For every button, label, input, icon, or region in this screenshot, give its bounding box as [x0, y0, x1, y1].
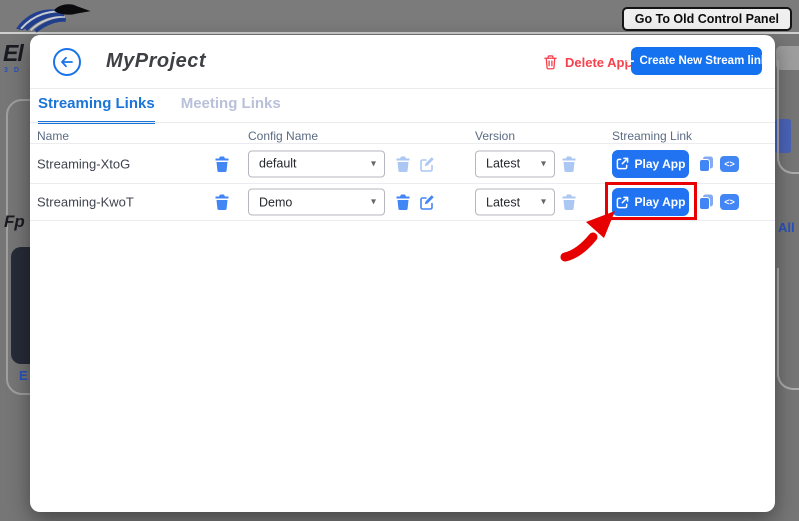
- play-app-label: Play App: [634, 195, 686, 209]
- table-row: Streaming-KwoT Demo ▾ Latest ▾ Play App …: [30, 184, 775, 220]
- edit-config-icon[interactable]: [419, 194, 435, 210]
- delete-app-button[interactable]: Delete App: [543, 54, 632, 70]
- background-card-corner-bottom: [777, 268, 799, 390]
- external-link-icon: [616, 196, 629, 209]
- divider: [30, 122, 775, 123]
- external-link-icon: [616, 157, 629, 170]
- play-app-button[interactable]: Play App: [612, 149, 689, 178]
- tab-streaming-links[interactable]: Streaming Links: [38, 95, 155, 124]
- config-name-value: default: [259, 156, 297, 171]
- delete-stream-icon[interactable]: [215, 156, 229, 172]
- create-new-stream-link-button[interactable]: + Create New Stream link: [626, 47, 767, 75]
- config-name-select[interactable]: Demo ▾: [248, 188, 385, 216]
- column-header-streaming-link: Streaming Link: [612, 129, 693, 143]
- delete-config-icon[interactable]: [396, 156, 410, 172]
- create-button-label: Create New Stream link: [639, 55, 768, 67]
- eagle-logo: [13, 1, 101, 39]
- view-all-link[interactable]: All: [778, 220, 795, 235]
- tab-bar: Streaming Links Meeting Links: [38, 95, 281, 124]
- background-card-corner-top: [777, 60, 799, 174]
- chevron-down-icon: ▾: [540, 196, 546, 208]
- config-name-select[interactable]: default ▾: [248, 150, 385, 177]
- stream-name: Streaming-KwoT: [37, 194, 134, 210]
- copy-link-icon[interactable]: [698, 194, 715, 211]
- version-select[interactable]: Latest ▾: [475, 150, 555, 177]
- background-wordmark: El: [3, 40, 24, 66]
- table-row: Streaming-XtoG default ▾ Latest ▾ Play A…: [30, 144, 775, 183]
- version-select[interactable]: Latest ▾: [475, 188, 555, 216]
- go-to-old-control-panel-button[interactable]: Go To Old Control Panel: [621, 7, 792, 31]
- version-value: Latest: [486, 195, 521, 209]
- back-arrow-icon: [59, 54, 75, 70]
- delete-version-icon[interactable]: [562, 194, 576, 210]
- delete-stream-icon[interactable]: [215, 194, 229, 210]
- play-app-label: Play App: [634, 156, 686, 171]
- column-header-config-name: Config Name: [248, 129, 319, 143]
- column-header-version: Version: [475, 129, 516, 143]
- embed-code-icon[interactable]: <>: [720, 194, 739, 210]
- edit-config-icon[interactable]: [419, 156, 435, 172]
- chevron-down-icon: ▾: [540, 158, 546, 169]
- plus-icon: +: [625, 52, 635, 70]
- chevron-down-icon: ▾: [370, 196, 376, 208]
- embed-code-icon[interactable]: <>: [720, 155, 739, 172]
- delete-app-label: Delete App: [565, 54, 633, 70]
- stream-name: Streaming-XtoG: [37, 156, 131, 171]
- chevron-down-icon: ▾: [370, 158, 376, 169]
- trash-outline-icon: [543, 54, 558, 70]
- background-wordmark-subtitle: 3 D: [4, 67, 21, 74]
- background-card-link: E: [19, 368, 28, 383]
- back-button[interactable]: [53, 48, 81, 76]
- version-value: Latest: [486, 156, 521, 171]
- copy-link-icon[interactable]: [698, 155, 715, 172]
- delete-version-icon[interactable]: [562, 156, 576, 172]
- delete-config-icon[interactable]: [396, 194, 410, 210]
- divider: [30, 88, 775, 89]
- play-app-button-highlighted[interactable]: Play App: [612, 188, 689, 216]
- page-title: MyProject: [106, 50, 207, 72]
- project-modal: MyProject Delete App + Create New Stream…: [30, 35, 775, 512]
- tab-meeting-links[interactable]: Meeting Links: [181, 95, 281, 124]
- config-name-value: Demo: [259, 195, 293, 209]
- divider: [30, 220, 775, 221]
- column-header-name: Name: [37, 129, 70, 143]
- background-card-title: Fp: [4, 212, 25, 231]
